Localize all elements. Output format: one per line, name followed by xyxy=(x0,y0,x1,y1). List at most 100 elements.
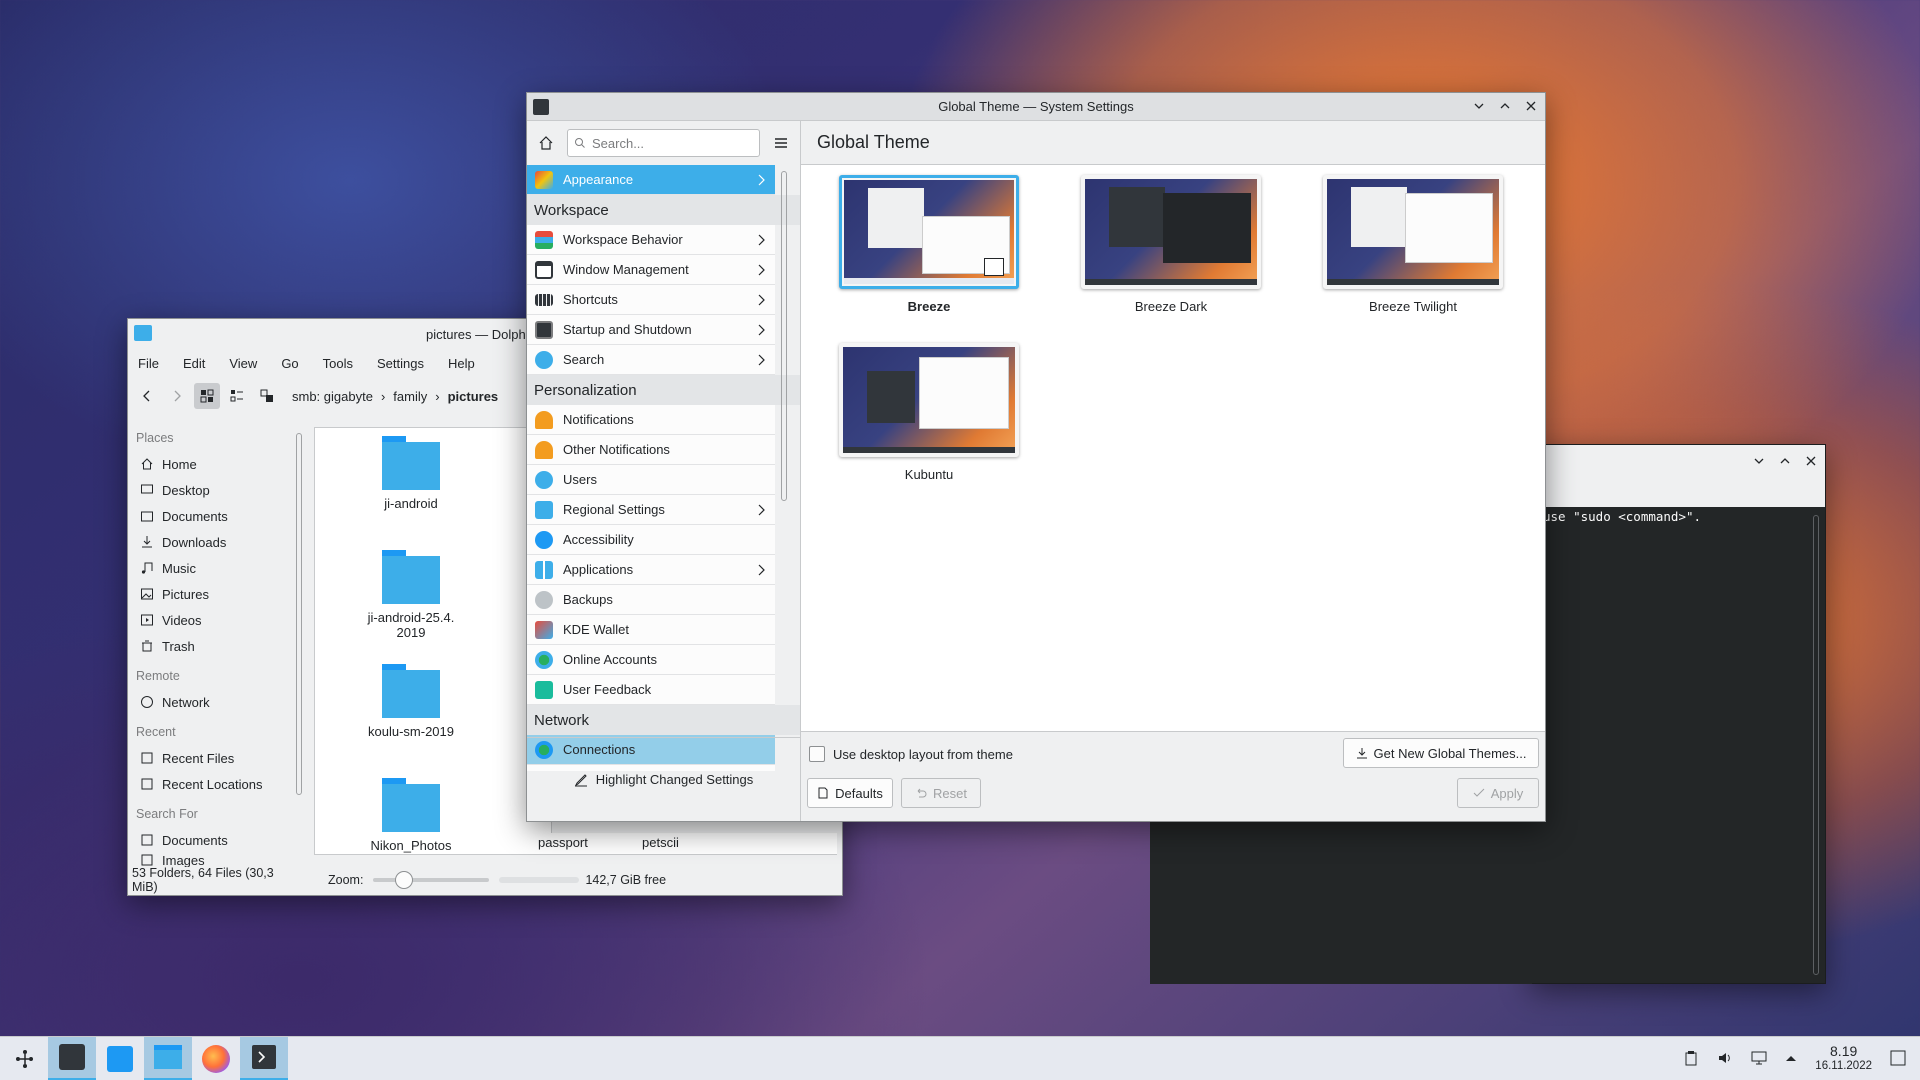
free-space: 142,7 GiB free xyxy=(585,873,667,887)
close-icon[interactable] xyxy=(1523,98,1539,114)
sidebar-item-accessibility[interactable]: Accessibility xyxy=(527,525,775,555)
sidebar-item-other-notifications[interactable]: Other Notifications xyxy=(527,435,775,465)
sidebar-item-kde-wallet[interactable]: KDE Wallet xyxy=(527,615,775,645)
place-recent-locations[interactable]: Recent Locations xyxy=(132,771,292,797)
place-videos[interactable]: Videos xyxy=(132,607,292,633)
tray-expand-icon[interactable] xyxy=(1785,1052,1797,1067)
file-view-strip xyxy=(704,833,837,855)
back-button[interactable] xyxy=(134,383,160,409)
app-launcher-button[interactable] xyxy=(0,1037,48,1080)
crumb-pictures[interactable]: pictures xyxy=(448,389,499,404)
menu-file[interactable]: File xyxy=(138,356,159,371)
file-item[interactable]: Nikon_Photos xyxy=(351,778,471,853)
sidebar-item-backups[interactable]: Backups xyxy=(527,585,775,615)
network-icon[interactable] xyxy=(1751,1050,1767,1069)
sidebar-item-appearance[interactable]: Appearance xyxy=(527,165,775,195)
volume-icon[interactable] xyxy=(1717,1050,1733,1069)
sidebar-item-shortcuts[interactable]: Shortcuts xyxy=(527,285,775,315)
menu-settings[interactable]: Settings xyxy=(377,356,424,371)
file-item[interactable]: ji-android xyxy=(351,436,471,511)
minimize-icon[interactable] xyxy=(1751,453,1767,469)
menu-view[interactable]: View xyxy=(229,356,257,371)
maximize-icon[interactable] xyxy=(1497,98,1513,114)
details-view-button[interactable] xyxy=(224,383,250,409)
close-icon[interactable] xyxy=(1803,453,1819,469)
settings-titlebar[interactable]: Global Theme — System Settings xyxy=(527,93,1545,121)
use-layout-checkbox-row[interactable]: Use desktop layout from theme xyxy=(809,746,1013,762)
place-desktop[interactable]: Desktop xyxy=(132,477,292,503)
task-dolphin[interactable] xyxy=(144,1036,192,1080)
menu-go[interactable]: Go xyxy=(281,356,298,371)
show-desktop-icon[interactable] xyxy=(1890,1050,1906,1069)
theme-card-breeze-twilight[interactable]: Breeze Twilight xyxy=(1323,175,1503,314)
terminal-titlebar[interactable] xyxy=(1531,445,1825,507)
place-downloads[interactable]: Downloads xyxy=(132,529,292,555)
place-documents[interactable]: Documents xyxy=(132,503,292,529)
place-search-documents[interactable]: Documents xyxy=(132,827,292,853)
terminal-scrollbar[interactable] xyxy=(1813,515,1819,975)
apply-button[interactable]: Apply xyxy=(1457,778,1539,808)
search-icon xyxy=(535,350,553,369)
videos-icon xyxy=(141,614,153,626)
forward-button[interactable] xyxy=(164,383,190,409)
place-network[interactable]: Network xyxy=(132,689,292,715)
sidebar-item-applications[interactable]: Applications xyxy=(527,555,775,585)
use-layout-checkbox[interactable] xyxy=(809,746,825,762)
reset-button[interactable]: Reset xyxy=(901,778,981,808)
digital-clock[interactable]: 8.19 16.11.2022 xyxy=(1815,1044,1872,1074)
menu-help[interactable]: Help xyxy=(448,356,475,371)
menu-tools[interactable]: Tools xyxy=(323,356,353,371)
home-button[interactable] xyxy=(533,130,559,156)
search-input[interactable]: Search... xyxy=(567,129,760,157)
theme-card-breeze[interactable]: Breeze xyxy=(839,175,1019,314)
sidebar-item-users[interactable]: Users xyxy=(527,465,775,495)
split-view-button[interactable] xyxy=(254,383,280,409)
sidebar-scrollbar[interactable] xyxy=(781,171,787,501)
file-item[interactable]: koulu-sm-2019 xyxy=(351,664,471,739)
folder-icon xyxy=(382,664,440,718)
file-item[interactable]: ji-android-25.4. 2019 xyxy=(351,550,471,640)
task-system-settings[interactable] xyxy=(48,1036,96,1080)
sidebar-item-startup-shutdown[interactable]: Startup and Shutdown xyxy=(527,315,775,345)
theme-card-breeze-dark[interactable]: Breeze Dark xyxy=(1081,175,1261,314)
sidebar-item-search[interactable]: Search xyxy=(527,345,775,375)
places-scrollbar[interactable] xyxy=(296,433,302,795)
file-item[interactable]: passport petscii xyxy=(524,833,704,855)
crumb-family[interactable]: family xyxy=(393,389,427,404)
task-konsole[interactable] xyxy=(240,1036,288,1080)
defaults-button[interactable]: Defaults xyxy=(807,778,893,808)
get-new-themes-button[interactable]: Get New Global Themes... xyxy=(1343,738,1539,768)
crumb-host[interactable]: smb: gigabyte xyxy=(292,389,373,404)
maximize-icon[interactable] xyxy=(1777,453,1793,469)
terminal-window[interactable]: use "sudo <command>". xyxy=(1530,444,1826,984)
place-trash[interactable]: Trash xyxy=(132,633,292,659)
place-recent-files[interactable]: Recent Files xyxy=(132,745,292,771)
sidebar-item-notifications[interactable]: Notifications xyxy=(527,405,775,435)
place-home[interactable]: Home xyxy=(132,451,292,477)
zoom-handle[interactable] xyxy=(395,871,414,889)
task-firefox[interactable] xyxy=(192,1037,240,1080)
settings-window[interactable]: Global Theme — System Settings Search...… xyxy=(526,92,1546,822)
file-view[interactable]: ji-android ji-android-25.4. 2019 koulu-s… xyxy=(314,427,552,855)
task-discover[interactable] xyxy=(96,1037,144,1080)
minimize-icon[interactable] xyxy=(1471,98,1487,114)
zoom-label: Zoom: xyxy=(328,873,364,887)
sidebar-item-online-accounts[interactable]: Online Accounts xyxy=(527,645,775,675)
use-layout-label: Use desktop layout from theme xyxy=(833,746,1013,762)
icons-view-button[interactable] xyxy=(194,383,220,409)
clipboard-icon[interactable] xyxy=(1683,1050,1699,1069)
terminal-output[interactable]: use "sudo <command>". xyxy=(1531,509,1701,524)
sidebar-item-window-management[interactable]: Window Management xyxy=(527,255,775,285)
place-music[interactable]: Music xyxy=(132,555,292,581)
theme-card-kubuntu[interactable]: Kubuntu xyxy=(839,343,1019,482)
folder-icon xyxy=(154,1045,182,1069)
highlight-changed-button[interactable]: Highlight Changed Settings xyxy=(527,737,800,821)
menu-edit[interactable]: Edit xyxy=(183,356,205,371)
sidebar-item-user-feedback[interactable]: User Feedback xyxy=(527,675,775,705)
remote-header: Remote xyxy=(136,669,180,683)
place-pictures[interactable]: Pictures xyxy=(132,581,292,607)
hamburger-menu-button[interactable] xyxy=(768,130,794,156)
sidebar-item-regional-settings[interactable]: Regional Settings xyxy=(527,495,775,525)
sidebar-item-workspace-behavior[interactable]: Workspace Behavior xyxy=(527,225,775,255)
zoom-slider[interactable] xyxy=(373,871,490,889)
